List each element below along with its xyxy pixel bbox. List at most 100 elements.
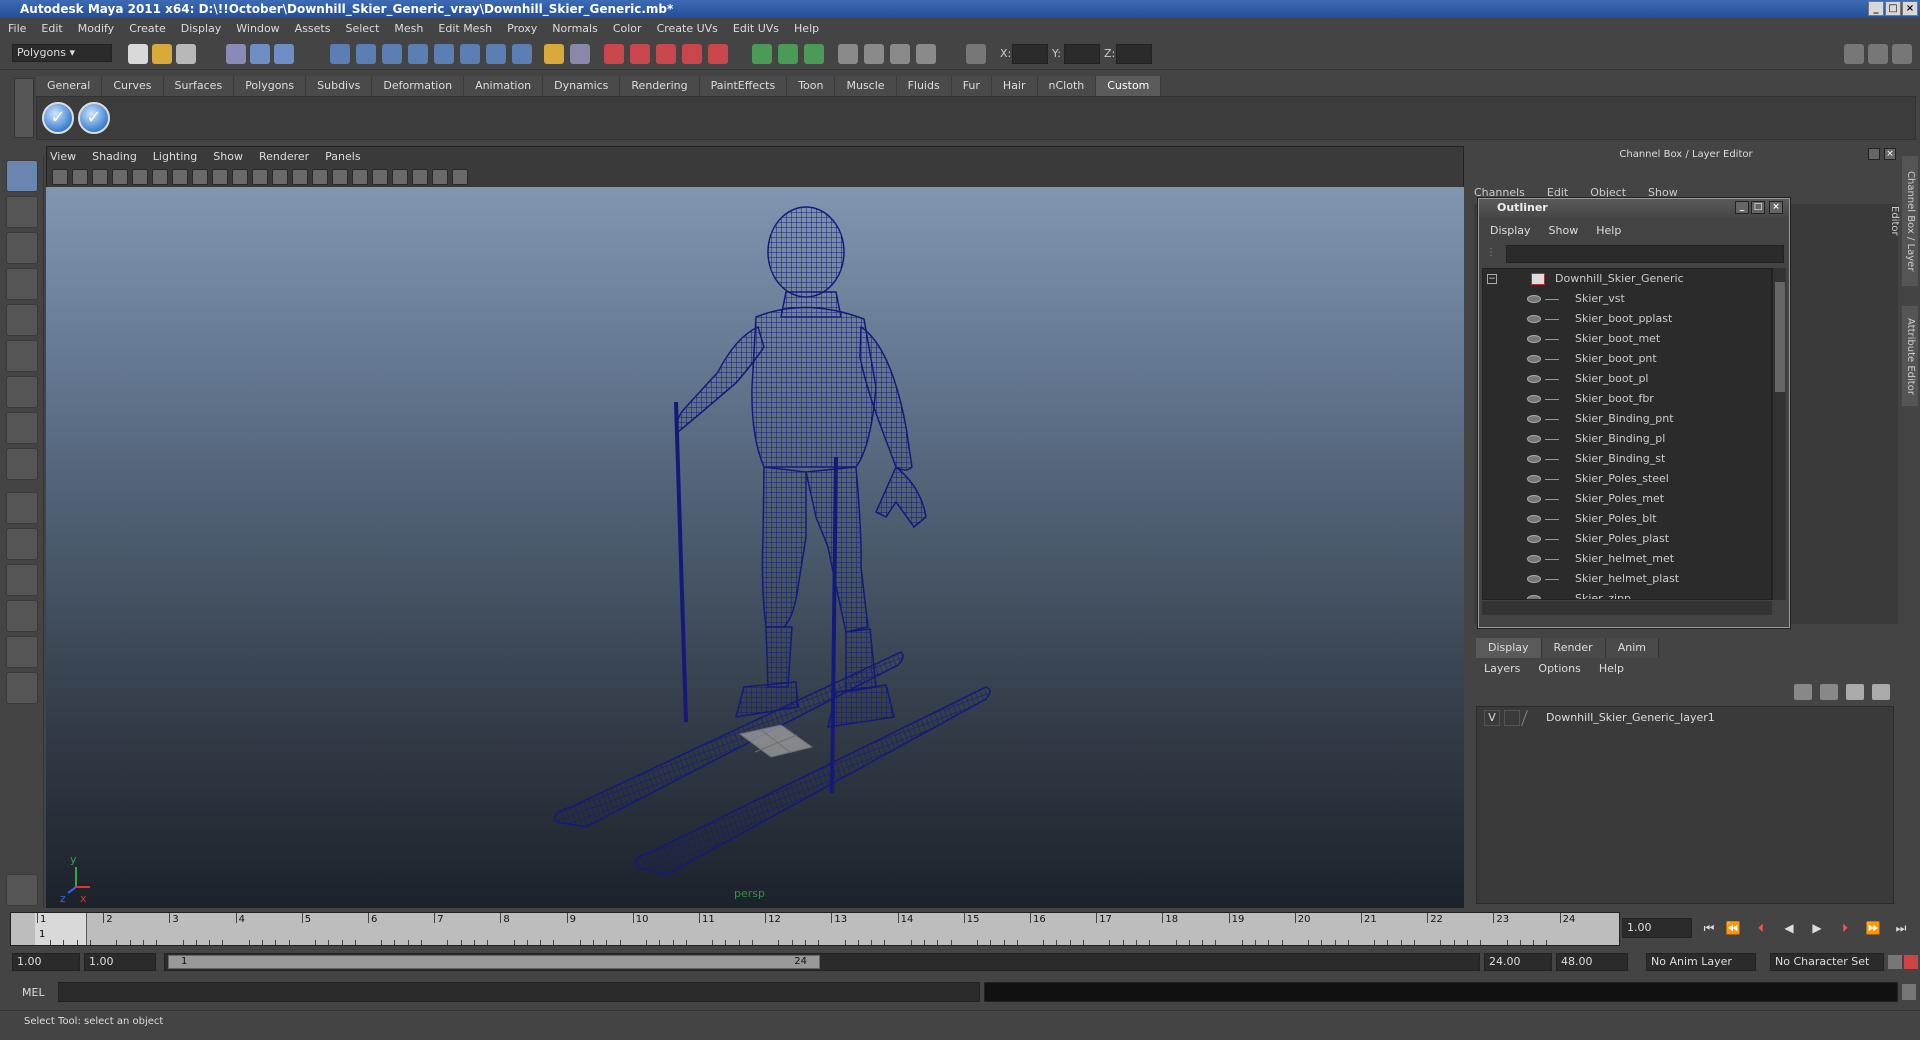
layer-tab-render[interactable]: Render [1541,638,1606,658]
ipr-render-icon[interactable] [630,44,650,64]
menu-assets[interactable]: Assets [295,22,331,35]
outliner-vertical-scrollbar[interactable] [1772,268,1786,600]
anim-layer-selector[interactable]: No Anim Layer [1646,953,1756,971]
viewport-menu-view[interactable]: View [50,149,76,165]
new-layer-selected-icon[interactable] [1872,684,1890,700]
outliner-display-menu[interactable]: Display [1490,224,1531,237]
shelf-tab-dynamics[interactable]: Dynamics [543,76,621,96]
outliner-item[interactable]: Skier_Binding_pl [1483,429,1771,449]
outliner-help-menu[interactable]: Help [1596,224,1621,237]
rotate-tool-icon[interactable] [6,304,38,336]
time-slider[interactable]: 1 1 2 3 4 5 6 7 8 9 10 11 12 13 14 15 16 17 18 19 20 21 22 23 2… [10,912,1620,946]
shelf-tab-curves[interactable]: Curves [102,76,164,96]
animation-start-field[interactable]: 1.00 [12,953,80,971]
shelf-tab-fur[interactable]: Fur [951,76,992,96]
step-forward-frame-icon[interactable]: ⏵ [1836,920,1854,936]
outliner-minimize-button[interactable]: _ [1735,201,1749,214]
wireframe-icon[interactable] [272,169,288,185]
xray-joints-icon[interactable] [432,169,448,185]
shelf-tab-polygons[interactable]: Polygons [234,76,307,96]
lasso-tool-icon[interactable] [6,196,38,228]
go-to-start-icon[interactable]: ⏮ [1700,920,1718,936]
outliner-maximize-button[interactable]: □ [1751,201,1765,214]
menu-file[interactable]: File [8,22,26,35]
outliner-horizontal-scrollbar[interactable] [1482,601,1772,615]
outliner-item[interactable]: Skier_helmet_plast [1483,569,1771,589]
outliner-item[interactable]: Skier_boot_met [1483,329,1771,349]
layout-graph-icon[interactable] [6,600,38,632]
snap-curve-icon[interactable] [356,44,376,64]
key-icon[interactable] [1888,955,1902,969]
viewport-menu-panels[interactable]: Panels [325,149,360,165]
smooth-shade-icon[interactable] [292,169,308,185]
mel-input[interactable] [58,982,980,1002]
shelf-menu-handle[interactable] [14,78,34,138]
layer-color-icon[interactable] [1521,710,1541,726]
xray-icon[interactable] [412,169,428,185]
playblast-icon[interactable] [890,44,910,64]
history-icon[interactable] [460,44,480,64]
shelf-tab-deformation[interactable]: Deformation [372,76,465,96]
camera-select-icon[interactable] [52,169,68,185]
outliner-item[interactable]: Skier_vst [1483,289,1771,309]
camera-icon[interactable] [838,44,858,64]
render-view-icon[interactable] [708,44,728,64]
camera-lock-icon[interactable] [72,169,88,185]
playback-start-field[interactable]: 1.00 [84,953,156,971]
settings-icon[interactable] [916,44,936,64]
layer-tab-display[interactable]: Display [1476,638,1542,658]
wireframe-on-shaded-icon[interactable] [312,169,328,185]
snap-plane-icon[interactable] [408,44,428,64]
show-channel-box-icon[interactable] [1868,44,1888,64]
outliner-item[interactable]: Skier_boot_fbr [1483,389,1771,409]
script-editor-icon[interactable] [1902,984,1916,1000]
snap-point-icon[interactable] [382,44,402,64]
shadows-icon[interactable] [372,169,388,185]
outliner-search-input[interactable] [1506,245,1784,263]
animation-end-field[interactable]: 48.00 [1556,953,1628,971]
help-icon[interactable] [512,44,532,64]
field-chart-icon[interactable] [212,169,228,185]
menu-edit[interactable]: Edit [41,22,62,35]
outliner-title-bar[interactable]: Outliner _ □ × [1479,199,1789,217]
snap-live-icon[interactable] [434,44,454,64]
layer-name[interactable]: Downhill_Skier_Generic_layer1 [1546,708,1715,728]
shelf-tab-painteffects[interactable]: PaintEffects [699,76,788,96]
shelf-tab-fluids[interactable]: Fluids [896,76,952,96]
layer-visibility-toggle[interactable]: V [1484,710,1500,726]
layers-menu[interactable]: Layers [1484,662,1520,675]
shelf-tab-muscle[interactable]: Muscle [835,76,897,96]
manipulator-tool-icon[interactable] [6,376,38,408]
toggle-layout-icon[interactable] [778,44,798,64]
image-plane-icon[interactable] [112,169,128,185]
textured-icon[interactable] [332,169,348,185]
shelf-tab-animation[interactable]: Animation [464,76,544,96]
play-forward-icon[interactable]: ▶ [1808,920,1826,936]
menu-select[interactable]: Select [345,22,379,35]
menu-modify[interactable]: Modify [78,22,114,35]
select-component-icon[interactable] [274,44,294,64]
outliner-item[interactable]: Skier_Poles_met [1483,489,1771,509]
scale-tool-icon[interactable] [6,340,38,372]
outliner-item[interactable]: Skier_boot_pl [1483,369,1771,389]
layout-hypershade-icon[interactable] [6,636,38,668]
custom-script-check-icon-2[interactable]: ✓ [78,102,110,134]
menu-help[interactable]: Help [794,22,819,35]
shelf-tab-rendering[interactable]: Rendering [620,76,700,96]
select-object-icon[interactable] [250,44,270,64]
viewport-menu-shading[interactable]: Shading [92,149,137,165]
outliner-item[interactable]: Skier_zipp [1483,589,1771,599]
channel-box-float-button[interactable] [1868,148,1880,160]
layer-help-menu[interactable]: Help [1599,662,1624,675]
layout-four-icon[interactable] [6,528,38,560]
paint-select-tool-icon[interactable] [6,232,38,264]
save-scene-icon[interactable] [176,44,196,64]
outliner-show-menu[interactable]: Show [1549,224,1579,237]
playback-end-field[interactable]: 24.00 [1484,953,1552,971]
go-to-end-icon[interactable]: ⏭ [1892,920,1910,936]
shelf-tab-custom[interactable]: Custom [1096,76,1162,96]
grid-toggle-icon[interactable] [132,169,148,185]
side-tab-channel-box[interactable]: Channel Box / Layer Editor [1889,156,1918,286]
menu-mesh[interactable]: Mesh [394,22,423,35]
x-field[interactable] [1012,44,1048,64]
